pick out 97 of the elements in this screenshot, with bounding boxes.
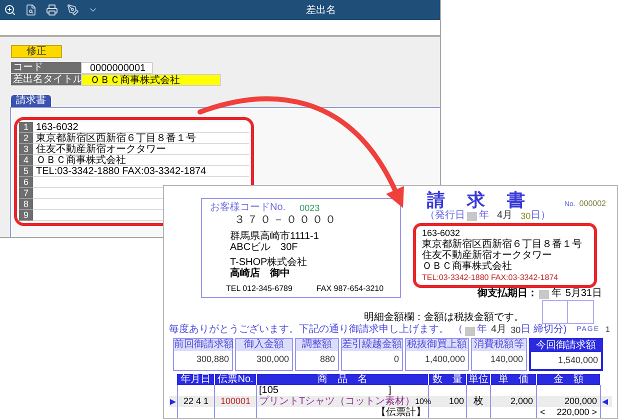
field-value[interactable]: ＯＢＣ商事株式会社 [81,74,221,86]
summary-value: 1,400,000 [424,353,466,366]
summary-header: 前回御請求額 [174,339,232,351]
customer-code-label: お客様コードNo. [210,202,286,214]
due-date: 5月31日 [565,288,602,300]
pen-icon[interactable] [67,4,79,16]
line-number: 8 [19,199,33,210]
line-text[interactable]: 163-6032 [33,122,249,133]
column-header: 金 額 [537,374,601,385]
amount-note: 明細金額欄：金額は税抜金額です。 [364,312,524,324]
period-prefix: （ [453,324,463,336]
sender-line: 住友不動産新宿オークタワー [422,250,553,261]
printer-icon[interactable] [46,4,58,16]
line-number: 2 [19,133,33,144]
tab[interactable]: 請求書 [11,95,51,107]
issue-date-prefix: （発行日 [425,210,465,222]
redacted-block [539,290,550,298]
column-header: 数 量 [429,374,467,385]
issue-day: 30 [520,210,531,222]
address-line: 群馬県高崎市1111-1 [230,231,320,242]
summary-header: 今回御請求額 [531,340,601,352]
table-cell-text: 10% [415,396,432,406]
document-search-icon[interactable] [25,4,37,16]
summary-header: 御入金額 [236,339,292,351]
customer-code: 0023 [300,202,320,214]
issue-month: 4月 [497,210,513,222]
table-cell: < [540,407,546,418]
greeting-text: 毎度ありがとうございます。下記の通り御請求申し上げます。 [169,324,449,336]
fax-number: FAX 987-654-3210 [316,283,384,294]
stamp-box [542,300,568,324]
table-cell: 2,000 [510,396,533,407]
summary-value: 300,880 [195,353,230,366]
stamp-box [568,300,594,324]
window-title: 差出名 [306,4,336,18]
line-number: 7 [19,188,33,199]
period-year-unit: 年 [477,324,487,336]
redacted-block [465,327,475,336]
period-day: 30 [510,324,521,336]
table-cell: 100 [448,396,464,407]
postal-code: ３７０－００００ [234,214,339,227]
line-number: 4 [19,155,33,166]
table-cell: 100001 [220,396,251,407]
table-cell: 200,000 [564,396,597,407]
column-header: 年月日 [177,374,215,385]
summary-value: 300,000 [255,353,290,366]
column-header: 単位 [467,374,491,385]
summary-header: 税抜御買上額 [406,339,468,351]
address-line: ABCビル 30F [230,242,299,253]
table-cell: 22 4 1 [183,396,209,407]
sender-line: ＯＢＣ商事株式会社 [422,261,513,272]
sender-line: TEL:03-3342-1880 FAX:03-3342-1874 [422,272,560,283]
line-text[interactable]: ＯＢＣ商事株式会社 [33,155,249,166]
line-number: 5 [19,166,33,177]
search-plus-icon[interactable] [4,4,16,16]
due-date-label: 御支払期日： [477,288,538,300]
mode-button[interactable]: 修正 [11,45,62,58]
column-header: 単 価 [491,374,537,385]
issue-date-suffix: 日） [530,210,551,222]
issue-year-unit: 年 [479,210,489,222]
summary-header: 調整額 [296,339,338,351]
line-number: 3 [19,144,33,155]
summary-value: 140,000 [489,353,524,366]
summary-header: 差引繰越金額 [342,339,402,351]
line-text[interactable]: 東京都新宿区西新宿６丁目８番１号 [33,133,249,144]
field-value[interactable]: 0000000001 [81,62,153,74]
line-number: 9 [19,210,33,221]
line-text[interactable]: TEL:03-3342-1880 FAX:03-3342-1874 [33,166,249,177]
period-suffix: 日 締切分) [520,324,567,336]
recipient-line: T-SHOP株式会社 [230,257,308,268]
line-number: 6 [19,177,33,188]
summary-header: 消費税額等 [472,339,526,351]
table-row[interactable]: 22 4 1 100001 プリントTシャツ（コットン素材）10% 100 枚 2,000 200,000 [169,396,612,407]
column-header: 商 品 名 [257,374,429,385]
due-year-unit: 年 [551,288,562,300]
summary-value: 880 [318,353,336,366]
page-number: 1 [606,324,610,336]
summary-value: 1,540,000 [556,354,599,367]
table-cell: [105 ] [259,385,392,396]
invoice-number: 000002 [579,198,606,210]
tel-number: TEL 012-345-6789 [226,283,292,294]
table-cell: 枚 [474,396,484,407]
field-label: コード [11,62,81,74]
line-number: 1 [19,122,33,133]
summary-value: 0 [392,353,400,366]
redacted-block [467,212,477,220]
recipient-line: 高崎店 御中 [230,268,291,279]
row-pointer-icon [170,398,176,404]
table-cell: 220,000 > [556,407,597,418]
sender-line: 163-6032 [422,228,462,238]
period-month: 4月 [491,324,507,336]
document-title: 請 求 書 [427,190,527,210]
row-pointer-icon [602,398,608,404]
line-text[interactable]: 住友不動産新宿オークタワー [33,144,249,155]
table-cell: 【伝票計】 [376,407,426,418]
column-header: 伝票No. [215,374,257,385]
table-cell: プリントTシャツ（コットン素材） [259,396,416,407]
sender-line: 東京都新宿区西新宿６丁目８番１号 [422,239,583,250]
